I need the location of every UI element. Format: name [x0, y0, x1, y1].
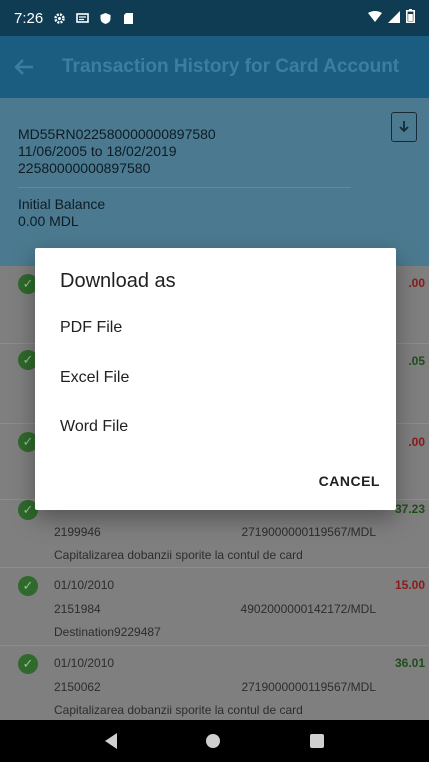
app-bar: Transaction History for Card Account [0, 36, 429, 98]
signal-icon [388, 10, 400, 27]
table-row[interactable]: ✓ 01/10/2010 36.01 2150062 2719000000119… [0, 646, 429, 720]
initial-balance-value: 0.00 MDL [18, 213, 79, 229]
transaction-amount: .05 [408, 354, 425, 368]
nav-recents-icon[interactable] [310, 734, 325, 748]
transaction-amount: 15.00 [394, 578, 425, 592]
transaction-reference: 2150062 [54, 680, 101, 694]
transaction-date: 01/10/2010 [54, 578, 115, 592]
table-row[interactable]: ✓ 37.23 2199946 2719000000119567/MDL Cap… [0, 500, 429, 568]
navigation-bar [0, 720, 429, 762]
transaction-reference: 2151984 [54, 602, 101, 616]
dialog-title: Download as [60, 270, 176, 292]
account-period: 11/06/2005 to 18/02/2019 [18, 143, 177, 159]
check-icon: ✓ [18, 654, 38, 674]
transaction-description: Capitalizarea dobanzii sporite la contul… [54, 548, 303, 562]
status-bar: 7:26 [0, 0, 429, 36]
account-number: MD55RN022580000000897580 [18, 126, 216, 142]
word-file-option[interactable]: Word File [60, 418, 128, 436]
wifi-icon [368, 10, 382, 27]
table-row[interactable]: ✓ 01/10/2010 15.00 2151984 4902000000142… [0, 568, 429, 646]
shield-icon [99, 12, 112, 25]
transaction-account: 2719000000119567/MDL [241, 525, 376, 539]
transaction-amount: .00 [408, 276, 425, 290]
cancel-button[interactable]: CANCEL [319, 473, 380, 489]
transaction-amount: 36.01 [394, 656, 425, 670]
transaction-reference: 2199946 [54, 525, 101, 539]
transaction-description: Capitalizarea dobanzii sporite la contul… [54, 703, 303, 717]
transaction-description: Destination9229487 [54, 625, 161, 639]
card-number: 22580000000897580 [18, 160, 151, 176]
transaction-amount: 37.23 [394, 502, 425, 516]
message-icon [76, 12, 90, 25]
battery-icon [406, 9, 416, 27]
download-icon[interactable] [391, 112, 417, 142]
pdf-file-option[interactable]: PDF File [60, 319, 122, 337]
settings-icon [53, 12, 66, 25]
account-panel: MD55RN022580000000897580 11/06/2005 to 1… [0, 98, 429, 266]
page-title: Transaction History for Card Account [62, 56, 400, 77]
check-icon: ✓ [18, 576, 38, 596]
sd-card-icon [122, 12, 135, 25]
initial-balance-label: Initial Balance [18, 196, 106, 212]
transaction-account: 2719000000119567/MDL [241, 680, 376, 694]
nav-home-icon[interactable] [206, 734, 221, 748]
transaction-account: 4902000000142172/MDL [240, 602, 376, 616]
transaction-date: 01/10/2010 [54, 656, 115, 670]
status-time: 7:26 [14, 9, 44, 27]
excel-file-option[interactable]: Excel File [60, 369, 129, 387]
download-dialog: Download as PDF File Excel File Word Fil… [35, 248, 396, 510]
back-arrow-icon[interactable] [14, 52, 50, 83]
nav-back-icon[interactable] [104, 733, 117, 749]
transaction-amount: .00 [408, 435, 425, 449]
divider [18, 187, 351, 188]
